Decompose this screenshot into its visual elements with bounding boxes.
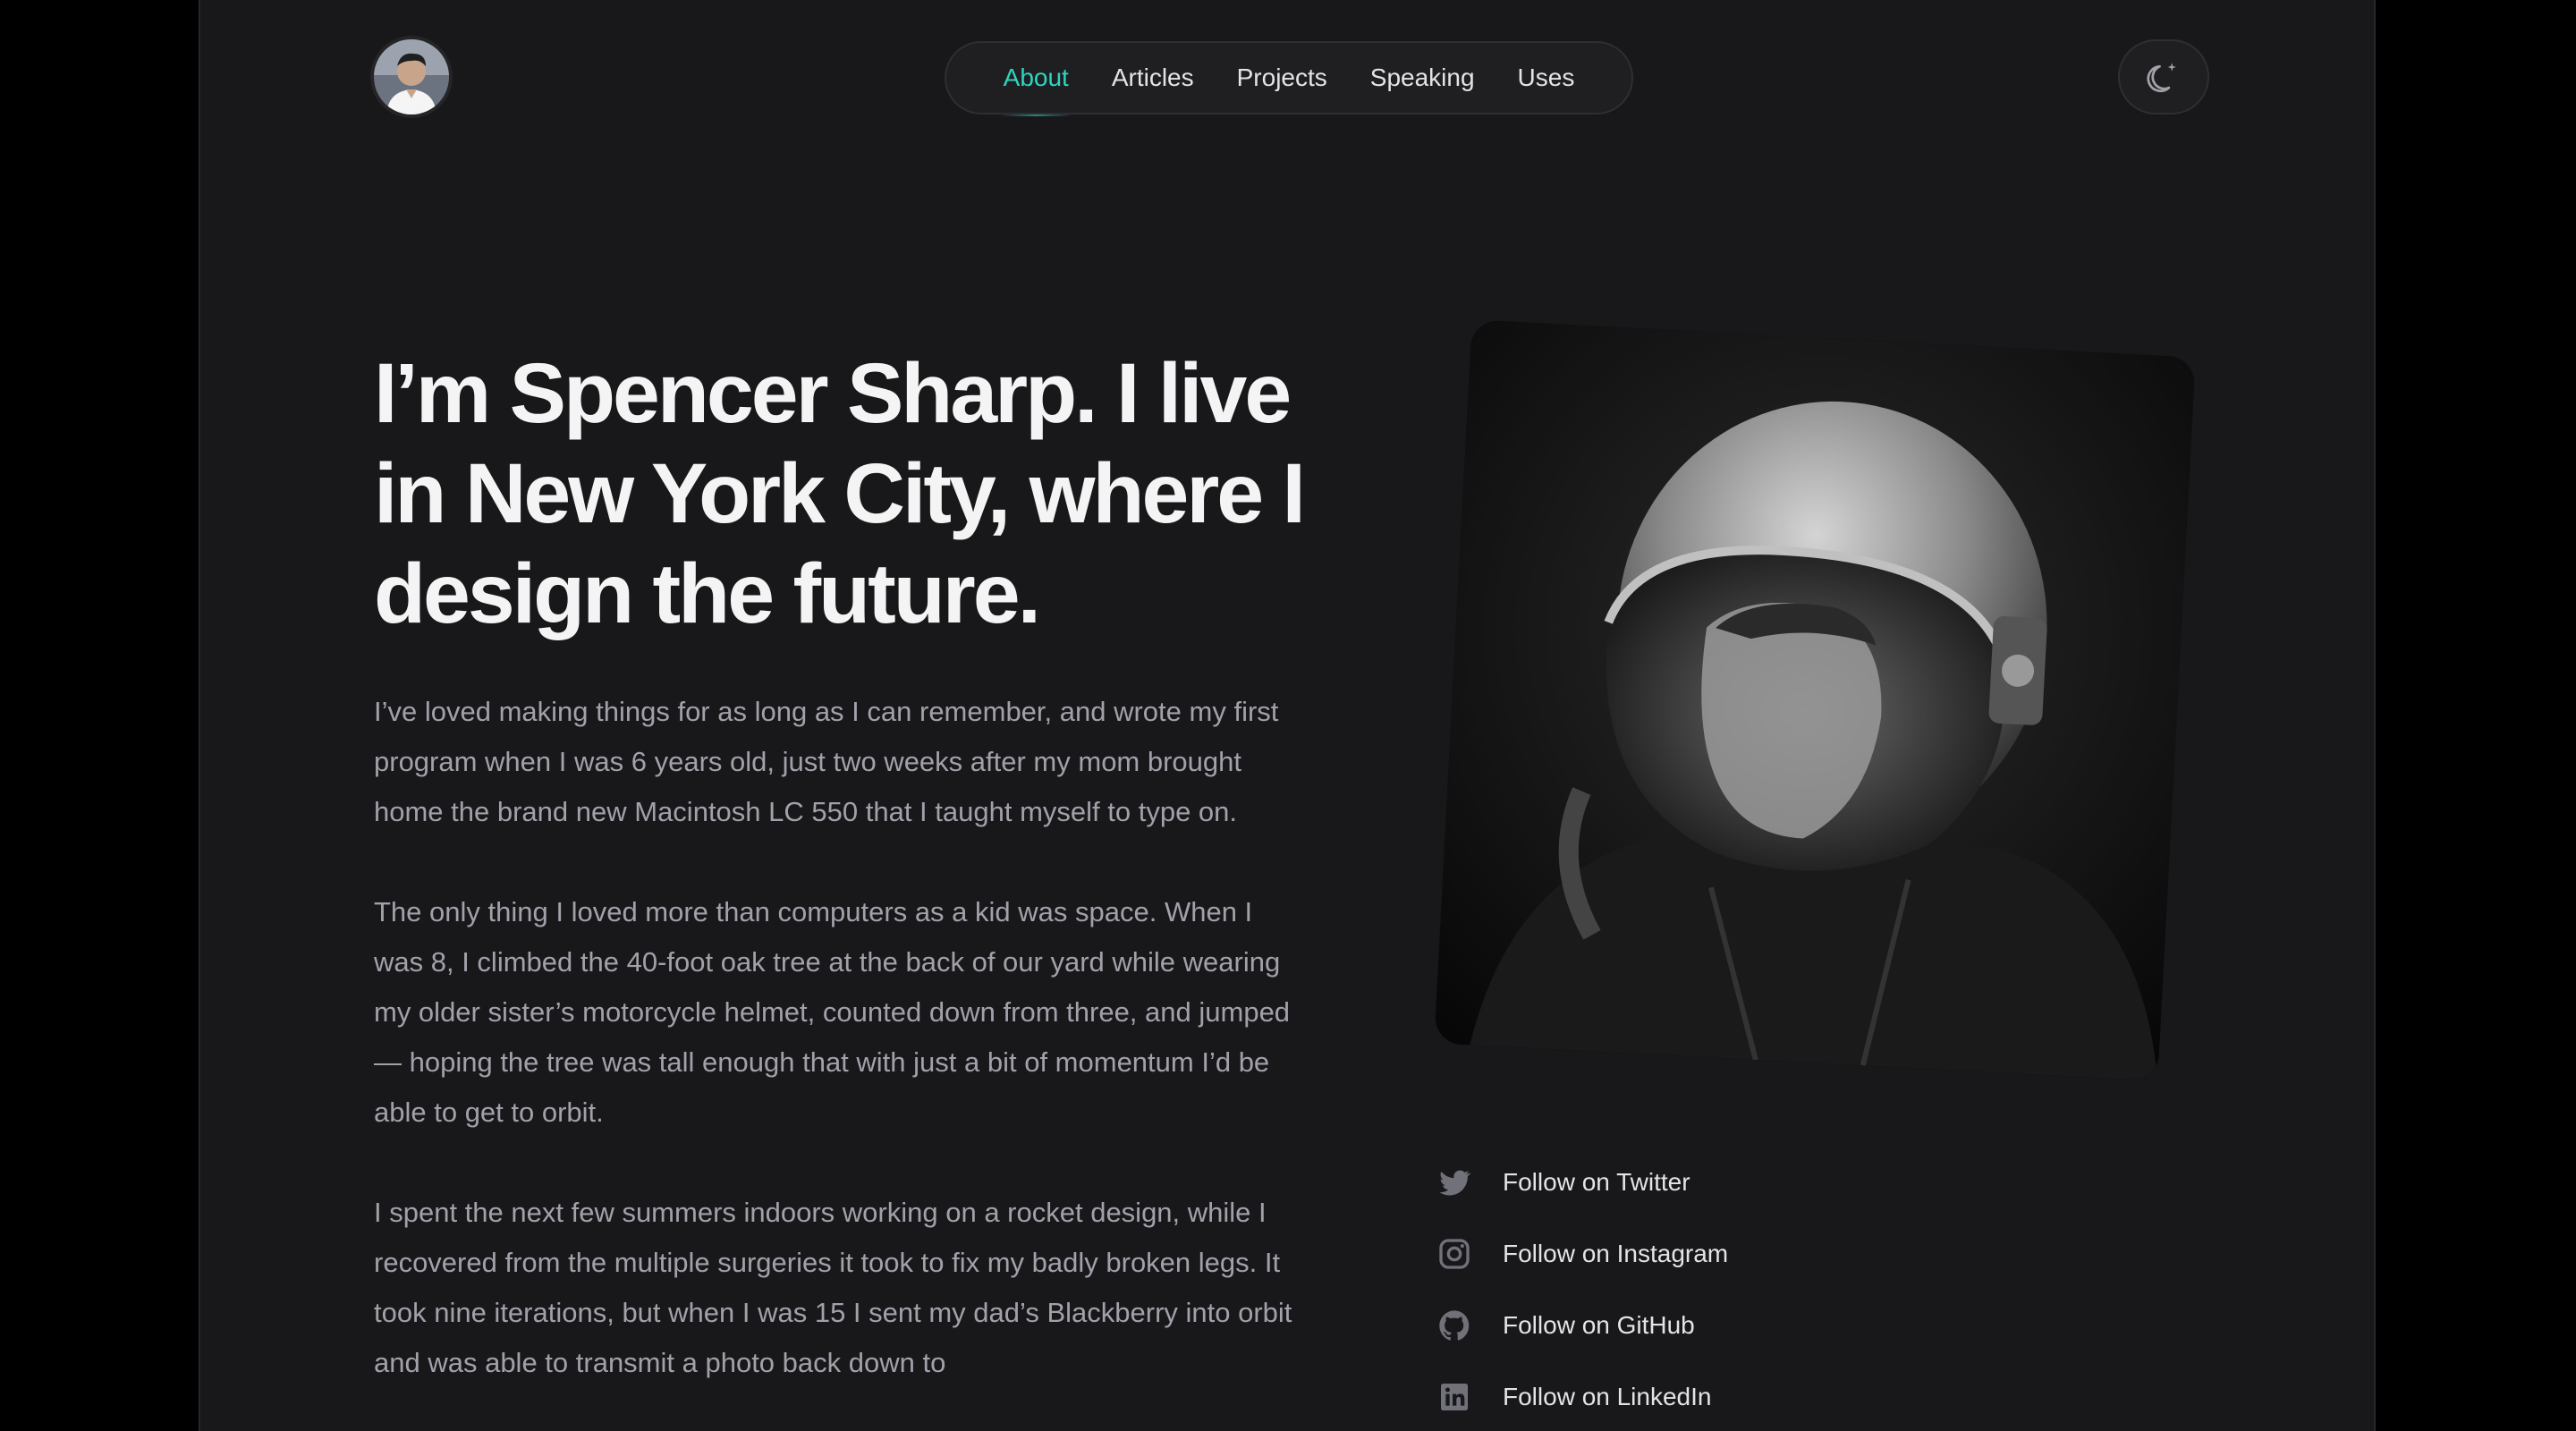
bio-paragraph: The only thing I loved more than compute… (374, 896, 1291, 1128)
avatar-photo (374, 39, 449, 114)
nav-item-speaking[interactable]: Speaking (1349, 41, 1496, 114)
social-link-label: Follow on LinkedIn (1503, 1383, 1712, 1410)
avatar[interactable] (374, 39, 449, 114)
linkedin-icon (1435, 1377, 1474, 1417)
nav-item-about[interactable]: About (982, 41, 1090, 116)
github-icon (1435, 1306, 1474, 1345)
social-link-label: Follow on GitHub (1503, 1311, 1695, 1339)
nav-item-articles[interactable]: Articles (1090, 41, 1216, 114)
social-link-label: Follow on Twitter (1503, 1168, 1690, 1196)
social-link-github[interactable]: Follow on GitHub (1435, 1306, 1971, 1345)
social-link-instagram[interactable]: Follow on Instagram (1435, 1234, 1971, 1274)
social-link-label: Follow on Instagram (1503, 1240, 1729, 1267)
twitter-icon (1435, 1163, 1474, 1202)
instagram-icon (1435, 1234, 1474, 1274)
main-nav: About Articles Projects Speaking Uses (945, 41, 1633, 116)
social-link-linkedin[interactable]: Follow on LinkedIn (1435, 1377, 1971, 1417)
social-links: Follow on Twitter Follow on Instagram Fo… (1435, 1163, 1971, 1431)
social-link-twitter[interactable]: Follow on Twitter (1435, 1163, 1971, 1202)
astronaut-photo (1434, 319, 2196, 1081)
page-container: About Articles Projects Speaking Uses I’… (199, 0, 2376, 1431)
bio-paragraph: I spent the next few summers indoors wor… (374, 1197, 1292, 1378)
nav-item-uses[interactable]: Uses (1496, 41, 1597, 114)
page-title: I’m Spencer Sharp. I live in New York Ci… (374, 346, 1306, 641)
nav-item-projects[interactable]: Projects (1216, 41, 1349, 114)
bio-paragraph: I’ve loved making things for as long as … (374, 696, 1279, 827)
portrait-image (1434, 319, 2196, 1081)
moon-sparkle-icon (2147, 63, 2176, 93)
theme-toggle-button[interactable] (2118, 39, 2209, 114)
bio: I’ve loved making things for as long as … (374, 687, 1304, 1431)
